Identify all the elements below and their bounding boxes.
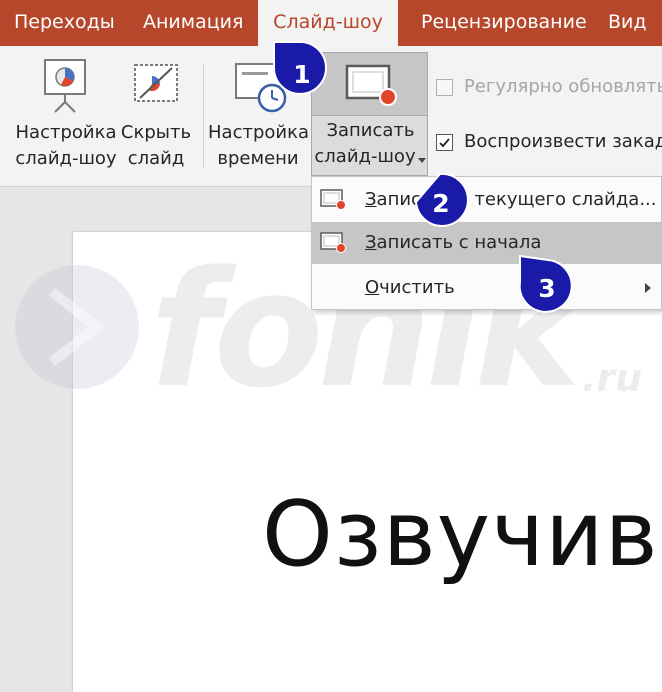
- rehearse-timings-label-1: Настройка: [208, 122, 309, 143]
- hide-slide-icon: [134, 64, 178, 102]
- ribbon-separator: [203, 64, 204, 168]
- setup-slideshow-label-1: Настройка: [15, 122, 117, 143]
- record-icon: [320, 232, 346, 253]
- setup-slideshow-label-2: слайд-шоу: [15, 148, 117, 169]
- setup-slideshow-icon: [44, 59, 86, 113]
- callout-number: 1: [293, 60, 311, 89]
- callout-badge-1: 1: [268, 38, 330, 100]
- slide-title-text[interactable]: Озвучив: [262, 482, 659, 587]
- record-icon: [345, 64, 397, 106]
- record-slideshow-dropdown[interactable]: Записать слайд-шоу: [311, 116, 428, 176]
- play-narrations-option[interactable]: Воспроизвести закадро: [436, 131, 662, 155]
- keep-timings-updated-option[interactable]: Регулярно обновлять с: [436, 76, 662, 100]
- chevron-down-icon: [418, 158, 426, 163]
- record-slideshow-label-2: слайд-шоу: [314, 146, 416, 167]
- menu-label-record-from-current: Записать с текущего слайда...: [365, 189, 657, 210]
- record-icon: [320, 189, 346, 210]
- menu-item-clear[interactable]: Очистить: [312, 267, 661, 309]
- hide-slide-label-2: слайд: [127, 148, 185, 169]
- play-narrations-label: Воспроизвести закадро: [464, 131, 662, 152]
- tab-view[interactable]: Вид: [608, 0, 647, 46]
- submenu-arrow-icon: [645, 283, 651, 293]
- record-dropdown-menu: Записать с текущего слайда... Записать с…: [311, 176, 662, 310]
- setup-slideshow-button[interactable]: Настройка слайд-шоу: [8, 54, 118, 176]
- hide-slide-button[interactable]: Скрыть слайд: [120, 54, 192, 176]
- checkmark-icon: [439, 138, 450, 148]
- tab-review[interactable]: Рецензирование: [421, 0, 587, 46]
- callout-number: 2: [432, 189, 450, 218]
- menu-item-record-from-current[interactable]: Записать с текущего слайда...: [312, 179, 661, 221]
- ribbon-panel: Настройка слайд-шоу Скрыть слайд Настрой…: [0, 46, 662, 187]
- watermark-logo-icon: [15, 265, 139, 389]
- tab-transitions[interactable]: Переходы: [14, 0, 115, 46]
- menu-label-clear: Очистить: [365, 277, 455, 298]
- record-slideshow-label-1: Записать: [326, 120, 415, 141]
- rehearse-timings-label-2: времени: [217, 148, 299, 169]
- keep-timings-label: Регулярно обновлять с: [464, 76, 662, 97]
- callout-number: 3: [538, 274, 556, 303]
- play-narrations-checkbox[interactable]: [436, 134, 453, 151]
- callout-badge-3: 3: [514, 252, 576, 316]
- callout-badge-2: 2: [410, 172, 472, 230]
- watermark-suffix: .ru: [582, 356, 643, 400]
- tab-animations[interactable]: Анимация: [143, 0, 243, 46]
- keep-timings-checkbox[interactable]: [436, 79, 453, 96]
- hide-slide-label-1: Скрыть: [120, 122, 192, 143]
- menu-item-record-from-beginning[interactable]: Записать с начала: [312, 222, 661, 264]
- ribbon-tab-bar: Переходы Анимация Слайд-шоу Рецензирован…: [0, 0, 662, 46]
